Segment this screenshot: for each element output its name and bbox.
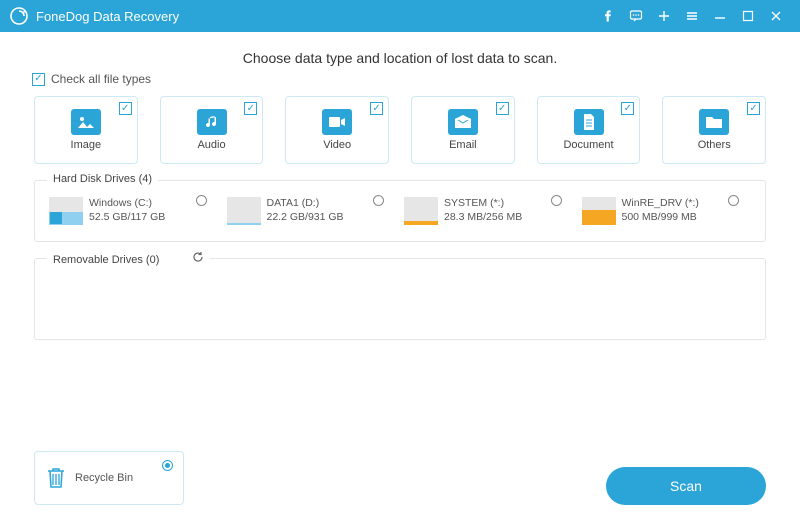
drive-size: 500 MB/999 MB (622, 211, 699, 223)
drive-item[interactable]: DATA1 (D:) 22.2 GB/931 GB (227, 195, 397, 227)
type-card-image[interactable]: Image (34, 96, 138, 164)
drive-name: WinRE_DRV (*:) (622, 197, 699, 209)
drive-icon (404, 197, 438, 225)
type-label: Email (449, 139, 477, 151)
type-card-video[interactable]: Video (285, 96, 389, 164)
app-logo-icon (10, 7, 28, 25)
video-icon (322, 109, 352, 135)
drive-name: Windows (C:) (89, 197, 165, 209)
drive-radio[interactable] (551, 195, 562, 206)
maximize-icon[interactable] (734, 0, 762, 32)
check-all-row[interactable]: Check all file types (32, 72, 766, 86)
app-title: FoneDog Data Recovery (36, 9, 179, 24)
facebook-icon[interactable] (594, 0, 622, 32)
type-checkbox[interactable] (496, 102, 509, 115)
type-card-others[interactable]: Others (662, 96, 766, 164)
drive-name: SYSTEM (*:) (444, 197, 522, 209)
menu-icon[interactable] (678, 0, 706, 32)
type-checkbox[interactable] (119, 102, 132, 115)
feedback-icon[interactable] (622, 0, 650, 32)
recycle-label: Recycle Bin (75, 472, 133, 484)
drive-item[interactable]: Windows (C:) 52.5 GB/117 GB (49, 195, 219, 227)
drive-item[interactable]: SYSTEM (*:) 28.3 MB/256 MB (404, 195, 574, 227)
check-all-checkbox[interactable] (32, 73, 45, 86)
drive-radio[interactable] (728, 195, 739, 206)
plus-icon[interactable] (650, 0, 678, 32)
document-icon (574, 109, 604, 135)
audio-icon (197, 109, 227, 135)
type-label: Document (563, 139, 613, 151)
type-card-audio[interactable]: Audio (160, 96, 264, 164)
check-all-label: Check all file types (51, 72, 151, 86)
drive-item[interactable]: WinRE_DRV (*:) 500 MB/999 MB (582, 195, 752, 227)
close-icon[interactable] (762, 0, 790, 32)
title-bar: FoneDog Data Recovery (0, 0, 800, 32)
removable-legend: Removable Drives (0) (47, 251, 210, 266)
removable-section: Removable Drives (0) (34, 258, 766, 340)
trash-icon (45, 466, 67, 490)
windows-badge-icon (50, 212, 62, 224)
hdd-drives-row: Windows (C:) 52.5 GB/117 GB DATA1 (D:) 2… (49, 195, 751, 227)
drive-name: DATA1 (D:) (267, 197, 344, 209)
scan-button[interactable]: Scan (606, 467, 766, 505)
drive-size: 52.5 GB/117 GB (89, 211, 165, 223)
hdd-legend: Hard Disk Drives (4) (47, 173, 158, 185)
drive-icon (227, 197, 261, 225)
removable-legend-text: Removable Drives (0) (53, 254, 159, 266)
type-card-document[interactable]: Document (537, 96, 641, 164)
type-checkbox[interactable] (747, 102, 760, 115)
drive-size: 22.2 GB/931 GB (267, 211, 344, 223)
recycle-radio[interactable] (162, 460, 173, 471)
image-icon (71, 109, 101, 135)
email-icon (448, 109, 478, 135)
drive-icon (49, 197, 83, 225)
type-checkbox[interactable] (621, 102, 634, 115)
type-card-email[interactable]: Email (411, 96, 515, 164)
drive-icon (582, 197, 616, 225)
type-label: Audio (197, 139, 225, 151)
folder-icon (699, 109, 729, 135)
type-checkbox[interactable] (370, 102, 383, 115)
type-checkbox[interactable] (244, 102, 257, 115)
type-label: Others (698, 139, 731, 151)
drive-radio[interactable] (196, 195, 207, 206)
minimize-icon[interactable] (706, 0, 734, 32)
page-heading: Choose data type and location of lost da… (34, 50, 766, 66)
refresh-icon[interactable] (192, 254, 204, 266)
drive-size: 28.3 MB/256 MB (444, 211, 522, 223)
drive-radio[interactable] (373, 195, 384, 206)
recycle-bin-card[interactable]: Recycle Bin (34, 451, 184, 505)
file-types-row: Image Audio Video Email (34, 96, 766, 164)
hdd-section: Hard Disk Drives (4) Windows (C:) 52.5 G… (34, 180, 766, 242)
type-label: Image (71, 139, 102, 151)
type-label: Video (323, 139, 351, 151)
